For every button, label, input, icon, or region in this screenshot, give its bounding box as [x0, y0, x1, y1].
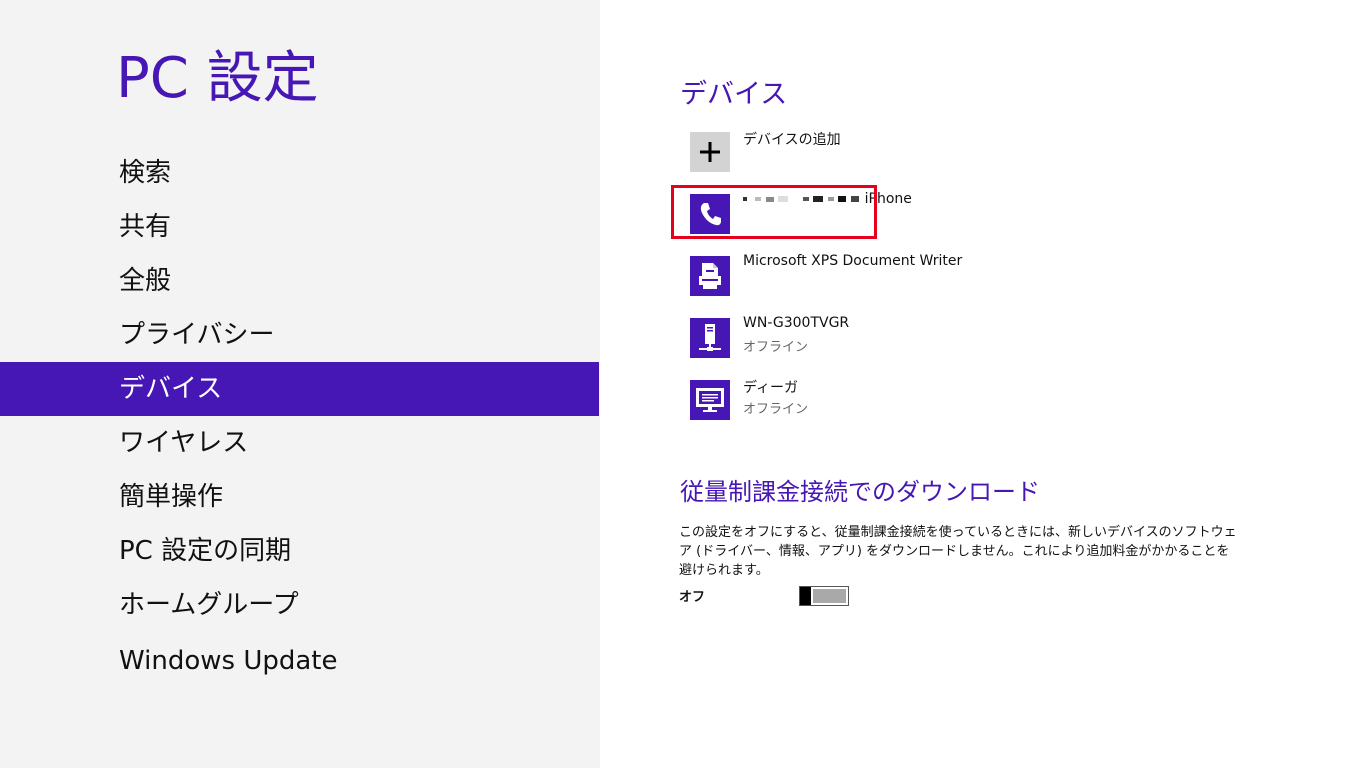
metered-toggle-label: オフ	[679, 590, 706, 605]
sidebar-item-windows-update[interactable]: Windows Update	[0, 634, 599, 688]
sidebar-nav: 検索 共有 全般 プライバシー デバイス ワイヤレス 簡単操作 PC 設定の同期…	[0, 146, 599, 688]
devices-section-title: デバイス	[680, 79, 788, 110]
page-title: PC 設定	[116, 46, 319, 111]
device-xps-name: Microsoft XPS Document Writer	[743, 253, 963, 269]
add-device-button[interactable]: デバイスの追加	[690, 132, 1090, 172]
sidebar-item-sync-settings[interactable]: PC 設定の同期	[0, 524, 599, 578]
metered-description: この設定をオフにすると、従量制課金接続を使っているときには、新しいデバイスのソフ…	[679, 525, 1237, 578]
highlight-box	[671, 185, 877, 239]
device-router-name: WN-G300TVGR	[743, 315, 850, 331]
sidebar-item-wireless[interactable]: ワイヤレス	[0, 416, 599, 470]
device-xps-writer[interactable]: Microsoft XPS Document Writer	[690, 253, 1090, 296]
add-device-label: デバイスの追加	[743, 132, 841, 148]
metered-toggle[interactable]	[799, 586, 849, 606]
device-diga-name: ディーガ	[743, 380, 799, 396]
device-diga-status: オフライン	[743, 402, 809, 417]
main-content: デバイス デバイスの追加 iPhone Microsoft XPS Docume…	[600, 0, 1366, 768]
metered-section-title: 従量制課金接続でのダウンロード	[680, 478, 1040, 506]
toggle-track	[813, 589, 846, 603]
printer-icon	[690, 256, 730, 296]
device-router-status: オフライン	[743, 340, 809, 355]
sidebar-item-homegroup[interactable]: ホームグループ	[0, 578, 599, 632]
sidebar-item-devices[interactable]: デバイス	[0, 362, 599, 416]
sidebar: PC 設定 検索 共有 全般 プライバシー デバイス ワイヤレス 簡単操作 PC…	[0, 0, 600, 768]
sidebar-item-privacy[interactable]: プライバシー	[0, 308, 599, 362]
toggle-thumb[interactable]	[800, 587, 811, 605]
sidebar-item-share[interactable]: 共有	[0, 200, 599, 254]
device-router[interactable]: WN-G300TVGR オフライン	[690, 315, 1090, 358]
sidebar-item-ease-of-access[interactable]: 簡単操作	[0, 470, 599, 524]
device-diga[interactable]: ディーガ オフライン	[690, 380, 1090, 420]
monitor-icon	[690, 380, 730, 420]
sidebar-item-general[interactable]: 全般	[0, 254, 599, 308]
sidebar-item-search[interactable]: 検索	[0, 146, 599, 200]
plus-icon	[690, 132, 730, 172]
network-device-icon	[690, 318, 730, 358]
